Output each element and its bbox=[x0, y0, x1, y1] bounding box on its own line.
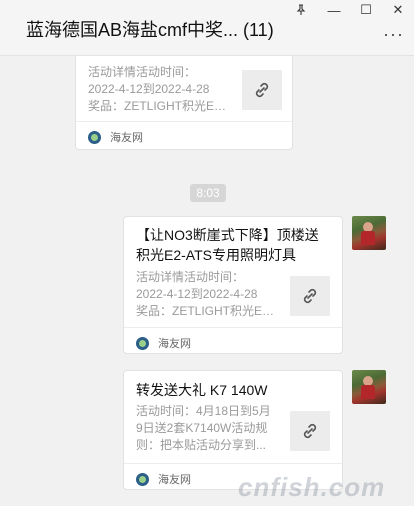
link-icon bbox=[242, 70, 282, 110]
card-divider bbox=[124, 327, 342, 328]
time-badge: 8:03 bbox=[190, 184, 226, 202]
close-button[interactable]: ✕ bbox=[389, 2, 407, 18]
pin-icon[interactable] bbox=[292, 2, 310, 18]
watermark: cnfish.com bbox=[238, 472, 386, 502]
card-title: 【让NO3断崖式下降】顶楼送积光E2-ATS专用照明灯具 bbox=[136, 227, 319, 263]
source-logo-icon bbox=[136, 336, 149, 350]
link-card[interactable]: 活动详情活动时间： 2022-4-12到2022-4-28 奖品：ZETLIGH… bbox=[75, 56, 293, 150]
source-logo-icon bbox=[136, 472, 149, 486]
card-description: 活动时间：4月18日到5月 9日送2套K7140W活动规 则：把本贴活动分享到.… bbox=[136, 404, 271, 452]
chat-title: 蓝海德国AB海盐cmf中奖... (11) bbox=[26, 20, 274, 40]
card-divider bbox=[124, 463, 342, 464]
minimize-button[interactable]: — bbox=[325, 2, 343, 18]
source-logo-icon bbox=[88, 130, 101, 144]
card-source: 海友网 bbox=[88, 129, 143, 145]
link-card[interactable]: 【让NO3断崖式下降】顶楼送积光E2-ATS专用照明灯具 活动详情活动时间： 2… bbox=[123, 216, 343, 354]
link-icon bbox=[290, 276, 330, 316]
card-divider bbox=[76, 121, 292, 122]
card-source: 海友网 bbox=[136, 335, 191, 351]
avatar[interactable] bbox=[352, 216, 386, 250]
title-bar: 蓝海德国AB海盐cmf中奖... (11) — ☐ ✕ ··· bbox=[0, 0, 414, 56]
card-description: 活动详情活动时间： 2022-4-12到2022-4-28 奖品：ZETLIGH… bbox=[88, 65, 230, 113]
maximize-button[interactable]: ☐ bbox=[357, 2, 375, 18]
avatar[interactable] bbox=[352, 370, 386, 404]
card-description: 活动详情活动时间： 2022-4-12到2022-4-28 奖品：ZETLIGH… bbox=[136, 270, 278, 318]
link-icon bbox=[290, 411, 330, 451]
card-title: 转发送大礼 K7 140W bbox=[136, 382, 268, 398]
more-options-button[interactable]: ··· bbox=[383, 24, 404, 45]
card-source: 海友网 bbox=[136, 471, 191, 487]
